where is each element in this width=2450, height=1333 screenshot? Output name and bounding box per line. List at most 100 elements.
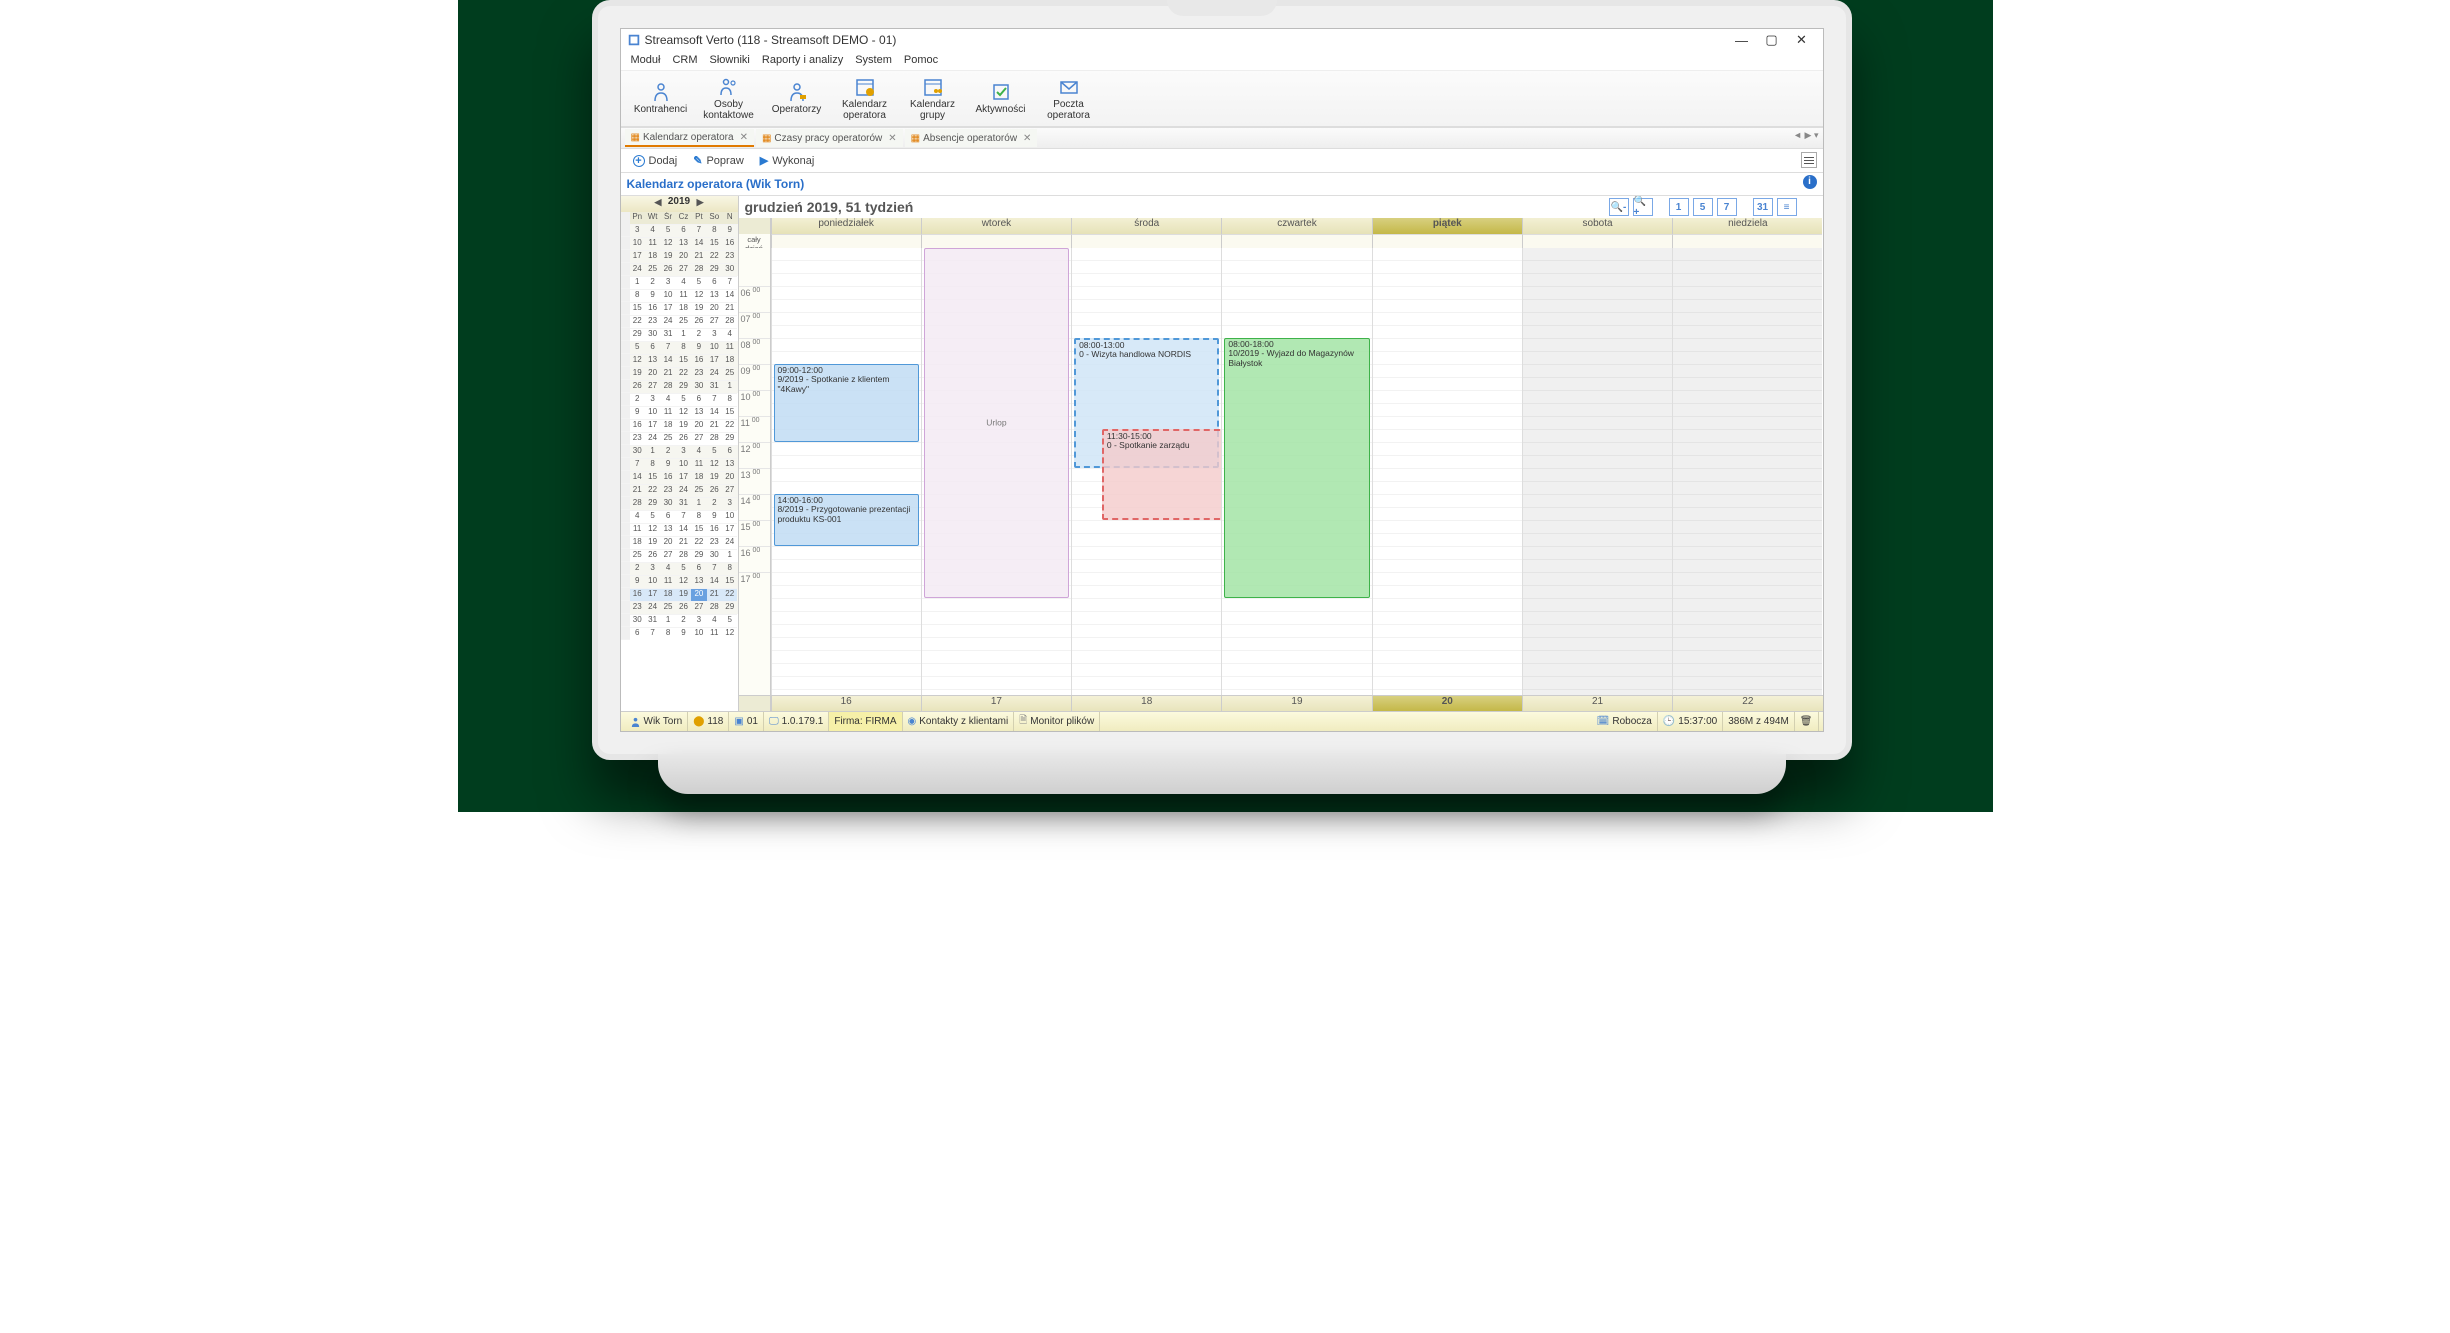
view-day-button[interactable]: 1 <box>1669 198 1689 216</box>
view-timeline-button[interactable]: ≡ <box>1777 198 1797 216</box>
day-header[interactable]: piątek <box>1372 218 1522 234</box>
minical-row[interactable]: 891011121314 <box>621 289 738 302</box>
minical-row[interactable]: 15161718192021 <box>621 302 738 315</box>
minical-row[interactable]: 9101112131415 <box>621 575 738 588</box>
minical-row[interactable]: 567891011 <box>621 341 738 354</box>
ribbon-osoby[interactable]: Osobykontaktowe <box>695 73 763 124</box>
allday-cell[interactable] <box>921 234 1071 248</box>
minical-row[interactable]: 17181920212223 <box>621 250 738 263</box>
view-month-button[interactable]: 31 <box>1753 198 1773 216</box>
minical-row[interactable]: 18192021222324 <box>621 536 738 549</box>
add-button[interactable]: +Dodaj <box>625 153 686 169</box>
menu-slowniki[interactable]: Słowniki <box>706 53 754 68</box>
minical-row[interactable]: 9101112131415 <box>621 406 738 419</box>
minical-row[interactable]: 12131415161718 <box>621 354 738 367</box>
minical-row[interactable]: 11121314151617 <box>621 523 738 536</box>
minical-row[interactable]: 2345678 <box>621 393 738 406</box>
calendar-event[interactable]: Urlop <box>924 248 1069 598</box>
tab-item[interactable]: ▦Absencje operatorów✕ <box>905 129 1038 147</box>
ribbon-poczta[interactable]: Pocztaoperatora <box>1035 73 1103 124</box>
minical-row[interactable]: 21222324252627 <box>621 484 738 497</box>
minical-row[interactable]: 24252627282930 <box>621 263 738 276</box>
edit-button[interactable]: ✎Popraw <box>685 152 752 169</box>
zoom-in-button[interactable]: 🔍+ <box>1633 198 1653 216</box>
minical-row[interactable]: 6789101112 <box>621 627 738 640</box>
minical-row[interactable]: 19202122232425 <box>621 367 738 380</box>
minical-row[interactable]: 3456789 <box>621 224 738 237</box>
menu-crm[interactable]: CRM <box>668 53 701 68</box>
calendar-event[interactable]: 08:00-18:0010/2019 - Wyjazd do Magazynów… <box>1224 338 1369 598</box>
tab-item[interactable]: ▦Kalendarz operatora✕ <box>625 129 754 147</box>
year-prev[interactable]: ◀ <box>655 197 662 208</box>
minical-row[interactable]: 2345678 <box>621 562 738 575</box>
minical-row[interactable]: 16171819202122 <box>621 588 738 601</box>
day-column[interactable]: 08:00-18:0010/2019 - Wyjazd do Magazynów… <box>1221 248 1371 695</box>
menu-raporty[interactable]: Raporty i analizy <box>758 53 847 68</box>
minical-row[interactable]: 10111213141516 <box>621 237 738 250</box>
day-header[interactable]: środa <box>1071 218 1221 234</box>
day-column[interactable] <box>1522 248 1672 695</box>
minical-row[interactable]: 23242526272829 <box>621 601 738 614</box>
minical-row[interactable]: 30123456 <box>621 445 738 458</box>
window-close[interactable]: ✕ <box>1787 32 1817 48</box>
allday-cell[interactable] <box>1071 234 1221 248</box>
tabstrip-controls[interactable]: ◄ ▶ ▾ <box>1793 130 1818 141</box>
allday-cell[interactable] <box>1672 234 1822 248</box>
window-min[interactable]: — <box>1727 33 1757 48</box>
calendar-event[interactable]: 14:00-16:008/2019 - Przygotowanie prezen… <box>774 494 919 546</box>
tab-close[interactable]: ✕ <box>740 132 748 143</box>
day-column[interactable] <box>1672 248 1822 695</box>
minical-row[interactable]: 16171819202122 <box>621 419 738 432</box>
day-column[interactable]: 09:00-12:009/2019 - Spotkanie z klientem… <box>771 248 921 695</box>
year-next[interactable]: ▶ <box>697 197 704 208</box>
date-footer[interactable]: 19 <box>1221 696 1371 711</box>
zoom-out-button[interactable]: 🔍- <box>1609 198 1629 216</box>
date-footer[interactable]: 18 <box>1071 696 1221 711</box>
day-column[interactable]: Urlop <box>921 248 1071 695</box>
ribbon-kalgr[interactable]: Kalendarzgrupy <box>899 73 967 124</box>
allday-cell[interactable] <box>1221 234 1371 248</box>
tab-close[interactable]: ✕ <box>888 133 896 144</box>
minical-row[interactable]: 78910111213 <box>621 458 738 471</box>
day-header[interactable]: poniedziałek <box>771 218 921 234</box>
date-footer[interactable]: 22 <box>1672 696 1822 711</box>
date-footer[interactable]: 17 <box>921 696 1071 711</box>
allday-cell[interactable] <box>1522 234 1672 248</box>
minical-row[interactable]: 22232425262728 <box>621 315 738 328</box>
ribbon-operatorzy[interactable]: Operatorzy <box>763 73 831 124</box>
minical-row[interactable]: 23242526272829 <box>621 432 738 445</box>
view-workweek-button[interactable]: 5 <box>1693 198 1713 216</box>
date-footer[interactable]: 20 <box>1372 696 1522 711</box>
allday-cell[interactable] <box>1372 234 1522 248</box>
day-header[interactable]: niedziela <box>1672 218 1822 234</box>
minical-row[interactable]: 45678910 <box>621 510 738 523</box>
minical-row[interactable]: 2526272829301 <box>621 549 738 562</box>
menu-modul[interactable]: Moduł <box>627 53 665 68</box>
minical-row[interactable]: 2930311234 <box>621 328 738 341</box>
date-footer[interactable]: 16 <box>771 696 921 711</box>
ribbon-kontrahenci[interactable]: Kontrahenci <box>627 73 695 124</box>
menu-pomoc[interactable]: Pomoc <box>900 53 942 68</box>
run-button[interactable]: ▶Wykonaj <box>752 152 823 169</box>
minical-row[interactable]: 1234567 <box>621 276 738 289</box>
view-week-button[interactable]: 7 <box>1717 198 1737 216</box>
window-max[interactable]: ▢ <box>1757 32 1787 48</box>
day-header[interactable]: wtorek <box>921 218 1071 234</box>
info-icon[interactable]: i <box>1803 175 1817 189</box>
menu-system[interactable]: System <box>851 53 896 68</box>
hamburger-button[interactable] <box>1801 152 1817 168</box>
calendar-event[interactable]: 09:00-12:009/2019 - Spotkanie z klientem… <box>774 364 919 442</box>
tab-close[interactable]: ✕ <box>1023 133 1031 144</box>
day-header[interactable]: sobota <box>1522 218 1672 234</box>
day-header[interactable]: czwartek <box>1221 218 1371 234</box>
day-column[interactable]: 08:00-13:000 - Wizyta handlowa NORDIS11:… <box>1071 248 1221 695</box>
allday-cell[interactable] <box>771 234 921 248</box>
status-trash[interactable]: 🗑 <box>1795 712 1819 731</box>
minical-row[interactable]: 28293031123 <box>621 497 738 510</box>
calendar-grid[interactable]: 09:00-12:009/2019 - Spotkanie z klientem… <box>771 248 1823 695</box>
minical-row[interactable]: 14151617181920 <box>621 471 738 484</box>
minical-row[interactable]: 303112345 <box>621 614 738 627</box>
minical-row[interactable]: 2627282930311 <box>621 380 738 393</box>
ribbon-aktyw[interactable]: Aktywności <box>967 73 1035 124</box>
day-column[interactable] <box>1372 248 1522 695</box>
